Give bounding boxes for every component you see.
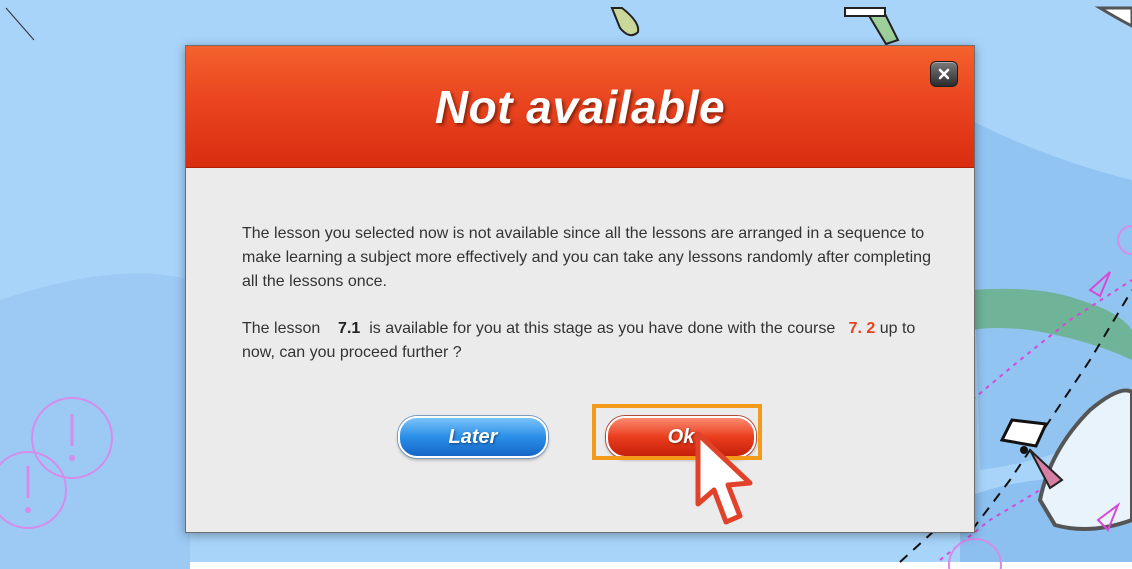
later-button[interactable]: Later: [398, 416, 548, 458]
message-text-part-1: The lesson: [242, 320, 321, 337]
dialog-header: Not available: [186, 46, 974, 168]
close-icon: [938, 68, 950, 80]
message-text-part-2: is available for you at this stage as yo…: [369, 320, 836, 337]
not-available-dialog: Not available The lesson you selected no…: [185, 45, 975, 533]
available-lesson-number: 7.1: [338, 320, 361, 337]
dialog-message-paragraph-1: The lesson you selected now is not avail…: [242, 225, 931, 290]
screen: Not available The lesson you selected no…: [0, 0, 1132, 569]
done-course-number: 7. 2: [848, 320, 876, 337]
dialog-title: Not available: [434, 81, 726, 133]
mouse-cursor-icon: [695, 431, 753, 525]
close-button[interactable]: [930, 61, 958, 87]
dialog-message-paragraph-2: The lesson 7.1 is available for you at t…: [242, 317, 932, 365]
